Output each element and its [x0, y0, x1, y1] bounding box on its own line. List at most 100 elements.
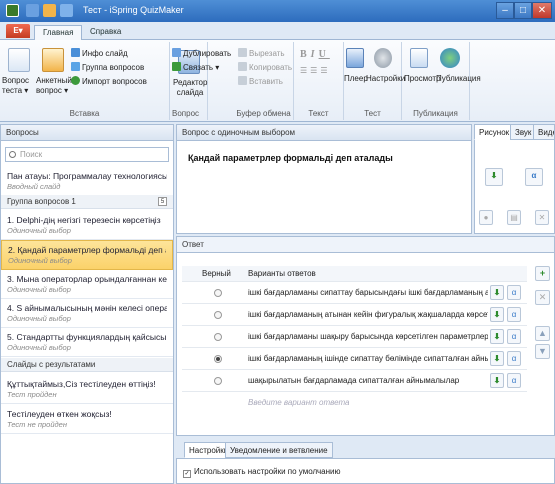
- tab-help[interactable]: Справка: [82, 25, 129, 40]
- tab-home[interactable]: Главная: [34, 25, 83, 40]
- survey-question-button[interactable]: Анкетный вопрос ▾: [36, 76, 72, 96]
- list-item-intro[interactable]: Пан атауы: Программалау технологиясы ...…: [1, 167, 173, 196]
- default-settings-checkbox[interactable]: ✓ Использовать настройки по умолчанию: [183, 467, 340, 478]
- group-question: Дублировать Связать ▾ Вопрос: [172, 42, 234, 120]
- results-group-header[interactable]: Слайды с результатами: [1, 358, 173, 372]
- new-answer-row[interactable]: Введите вариант ответа: [182, 392, 527, 414]
- col-options: Варианты ответов: [248, 269, 316, 278]
- list-format-icons[interactable]: ☰☰☰: [300, 66, 331, 76]
- question-panel: Вопрос с одиночным выбором: [176, 124, 472, 234]
- link-button[interactable]: Связать ▾: [172, 62, 219, 73]
- answer-formula-icon[interactable]: α: [507, 307, 521, 322]
- close-button[interactable]: ✕: [532, 2, 552, 19]
- answer-image-icon[interactable]: ⬇: [490, 285, 504, 300]
- add-image-button[interactable]: ⬇: [485, 168, 503, 186]
- tab-picture[interactable]: Рисунок: [474, 124, 515, 140]
- settings-panel: ✓ Использовать настройки по умолчанию: [176, 458, 555, 484]
- list-item-question-1[interactable]: 1. Delphi-дің негізгі терезесін көрсетің…: [1, 211, 173, 240]
- redo-icon[interactable]: [60, 4, 73, 17]
- correct-radio[interactable]: [214, 377, 222, 385]
- answers-table-header: Верный Варианты ответов: [182, 266, 527, 282]
- gear-icon[interactable]: [374, 48, 392, 68]
- answer-row[interactable]: ішкі бағдарламаның ішінде сипаттау бөлім…: [182, 348, 527, 370]
- test-question-icon[interactable]: [8, 48, 30, 72]
- list-item-question-4[interactable]: 4. S айнымалысының мәнін келесі операт..…: [1, 299, 173, 328]
- info-slide-button[interactable]: Инфо слайд: [71, 48, 128, 59]
- edit-icon[interactable]: ▤: [507, 210, 521, 225]
- maximize-button[interactable]: □: [514, 2, 532, 19]
- answer-text[interactable]: ішкі бағдарламаны сипаттау барысындағы і…: [248, 282, 488, 304]
- player-icon[interactable]: [346, 48, 364, 68]
- answer-row[interactable]: ішкі бағдарламаның атынан кейін фигуралы…: [182, 304, 527, 326]
- player-button[interactable]: Плеер: [344, 74, 368, 84]
- move-up-button[interactable]: ▲: [535, 326, 550, 341]
- settings-button[interactable]: Настройки: [366, 74, 405, 84]
- search-input[interactable]: Поиск: [5, 147, 169, 162]
- question-text-input[interactable]: Қандай параметрлер формальді деп аталады: [188, 153, 393, 163]
- record-icon[interactable]: ●: [479, 210, 493, 225]
- app-icon[interactable]: [6, 4, 19, 17]
- questions-panel: Вопросы Поиск Пан атауы: Программалау те…: [0, 124, 174, 484]
- info-slide-icon: [71, 48, 80, 57]
- answer-formula-icon[interactable]: α: [507, 285, 521, 300]
- formula-button[interactable]: α: [525, 168, 543, 186]
- answer-row[interactable]: ішкі бағдарламаны сипаттау барысындағы і…: [182, 282, 527, 304]
- answer-formula-icon[interactable]: α: [507, 351, 521, 366]
- delete-media-icon[interactable]: ✕: [535, 210, 549, 225]
- answer-image-icon[interactable]: ⬇: [490, 307, 504, 322]
- scissors-icon: [238, 48, 247, 57]
- survey-question-icon[interactable]: [42, 48, 64, 72]
- group-text: BIU ☰☰☰ Текст: [294, 42, 344, 120]
- correct-radio-selected[interactable]: [214, 355, 222, 363]
- preview-icon[interactable]: [410, 48, 428, 68]
- list-item-result-pass[interactable]: Құттықтаймыз,Сіз тестілеуден өттіңіз! Тес…: [1, 375, 173, 404]
- new-answer-input[interactable]: Введите вариант ответа: [248, 392, 349, 414]
- answer-text[interactable]: ішкі бағдарламаны шақыру барысында көрсе…: [248, 326, 488, 348]
- answer-text[interactable]: ішкі бағдарламаның ішінде сипаттау бөлім…: [248, 348, 488, 370]
- test-question-button[interactable]: Вопрос теста ▾: [2, 76, 29, 96]
- question-group-button[interactable]: Группа вопросов: [71, 62, 144, 73]
- cut-button[interactable]: Вырезать: [238, 48, 285, 59]
- duplicate-button[interactable]: Дублировать: [172, 48, 231, 59]
- media-panel: ⬇ α ● ▤ ✕: [474, 140, 555, 234]
- window-title: Тест - iSpring QuizMaker: [83, 5, 184, 15]
- correct-radio[interactable]: [214, 311, 222, 319]
- publish-icon[interactable]: [440, 48, 460, 68]
- move-down-button[interactable]: ▼: [535, 344, 550, 359]
- answer-image-icon[interactable]: ⬇: [490, 351, 504, 366]
- file-tab[interactable]: E▾: [6, 24, 30, 38]
- paste-button[interactable]: Вставить: [238, 76, 283, 87]
- duplicate-icon: [172, 48, 181, 57]
- undo-icon[interactable]: [43, 4, 56, 17]
- answer-image-icon[interactable]: ⬇: [490, 329, 504, 344]
- correct-radio[interactable]: [214, 333, 222, 341]
- list-item-result-fail[interactable]: Тестілеуден өткен жоқсыз! Тест не пройден: [1, 405, 173, 434]
- search-icon: [9, 151, 16, 158]
- text-format-icons[interactable]: BIU: [300, 50, 330, 60]
- group-publish: Просмотр Публикация Публикация: [402, 42, 481, 120]
- list-item-question-3[interactable]: 3. Мына операторлар орындалғаннан кейі..…: [1, 270, 173, 299]
- publish-button[interactable]: Публикация: [436, 74, 481, 84]
- question-group-header[interactable]: Группа вопросов 15: [1, 195, 173, 209]
- minimize-button[interactable]: –: [496, 2, 514, 19]
- answer-text[interactable]: шақырылатын бағдарламада сипатталған айн…: [248, 370, 488, 392]
- answer-formula-icon[interactable]: α: [507, 329, 521, 344]
- answer-text[interactable]: ішкі бағдарламаның атынан кейін фигуралы…: [248, 304, 488, 326]
- paste-icon: [238, 76, 247, 85]
- list-item-question-5[interactable]: 5. Стандартты функциялардың қайсысы Y...…: [1, 328, 173, 357]
- save-icon[interactable]: [26, 4, 39, 17]
- list-item-question-2[interactable]: 2. Қандай параметрлер формальді деп ат..…: [1, 240, 173, 270]
- answer-row[interactable]: шақырылатын бағдарламада сипатталған айн…: [182, 370, 527, 392]
- correct-radio[interactable]: [214, 289, 222, 297]
- answer-formula-icon[interactable]: α: [507, 373, 521, 388]
- answer-image-icon[interactable]: ⬇: [490, 373, 504, 388]
- tab-video[interactable]: Видео: [533, 124, 555, 140]
- import-questions-button[interactable]: Импорт вопросов: [71, 76, 147, 87]
- question-type-header: Вопрос с одиночным выбором: [177, 125, 471, 141]
- question-group-icon: [71, 62, 80, 71]
- copy-button[interactable]: Копировать: [238, 62, 292, 73]
- answer-row[interactable]: ішкі бағдарламаны шақыру барысында көрсе…: [182, 326, 527, 348]
- add-answer-button[interactable]: +: [535, 266, 550, 281]
- tab-feedback-branching[interactable]: Уведомление и ветвление: [225, 442, 333, 458]
- delete-answer-button[interactable]: ✕: [535, 290, 550, 305]
